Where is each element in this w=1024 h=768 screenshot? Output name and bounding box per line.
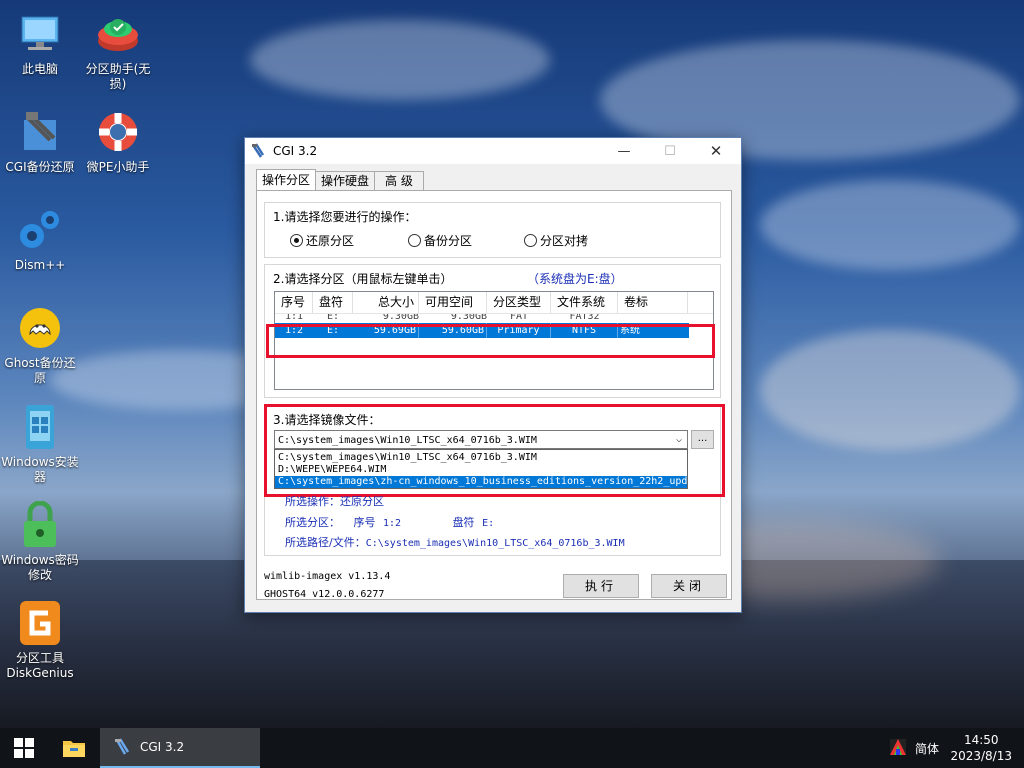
radio-dot-backup — [408, 234, 421, 247]
desktop-icon-label: Ghost备份还原 — [4, 356, 76, 385]
folder-icon — [63, 741, 85, 757]
ime-indicator[interactable]: 简体 — [915, 740, 939, 757]
window-title: CGI 3.2 — [273, 144, 318, 158]
partition-list-header: 序号 盘符 总大小 可用空间 分区类型 文件系统 卷标 — [275, 292, 713, 314]
radio-label: 分区对拷 — [540, 234, 589, 248]
highlight-box-image — [264, 404, 725, 497]
table-row[interactable]: 1:1 E: 9.30GB 9.30GB FAT FAT32 — [275, 314, 713, 323]
color-display-icon[interactable] — [890, 739, 906, 755]
summary-value: C:\system_images\Win10_LTSC_x64_0716b_3.… — [365, 538, 625, 549]
col-fs[interactable]: 文件系统 — [551, 292, 618, 313]
radio-label: 备份分区 — [424, 234, 473, 248]
desktop-icon-this-pc[interactable]: 此电脑 — [0, 10, 80, 77]
desktop-icon-windows-password[interactable]: Windows密码修改 — [0, 501, 80, 583]
close-window-button[interactable]: ✕ — [693, 138, 739, 164]
summary-label: 所选分区： — [285, 516, 340, 529]
radio-dot-copy — [524, 234, 537, 247]
cell — [618, 314, 688, 323]
desktop-icon-label: CGI备份还原 — [5, 160, 75, 174]
lifebuoy-icon — [94, 108, 142, 156]
step2-title: 2.请选择分区（用鼠标左键单击） — [273, 272, 453, 286]
cell: FAT — [509, 314, 529, 322]
start-button[interactable] — [0, 728, 48, 768]
minimize-button[interactable]: — — [601, 138, 647, 164]
col-type[interactable]: 分区类型 — [487, 292, 551, 313]
windows-logo-icon — [14, 738, 34, 758]
gear-icon — [16, 206, 64, 254]
computer-icon — [16, 10, 64, 58]
highlight-box-partition — [266, 324, 715, 358]
summary-operation: 所选操作：还原分区 — [285, 493, 384, 509]
col-drive[interactable]: 盘符 — [313, 292, 353, 313]
taskbar: CGI 3.2 简体 14:50 2023/8/13 — [0, 728, 1024, 768]
cell: 1:1 — [284, 314, 304, 322]
summary-partition: 所选分区： 序号 1:2 盘符 E: — [285, 514, 494, 530]
radio-copy[interactable]: 分区对拷 — [524, 232, 588, 249]
summary-value: 1:2 — [383, 518, 402, 529]
cgi-app-icon — [251, 143, 265, 158]
desktop-icon-label: 分区工具DiskGenius — [6, 651, 74, 680]
cell: FAT32 — [569, 314, 600, 322]
file-explorer-button[interactable] — [50, 728, 98, 768]
ghost-version: GHOST64 v12.0.0.6277 — [264, 589, 385, 600]
clock-time: 14:50 — [963, 733, 999, 747]
desktop-icon-label: Dism++ — [14, 258, 66, 272]
system-disk-note: （系统盘为E:盘） — [527, 272, 623, 286]
desktop-icon-label: Windows安装器 — [1, 455, 79, 484]
desktop-icon-diskgenius[interactable]: 分区工具DiskGenius — [0, 599, 80, 681]
close-button[interactable]: 关闭 — [651, 574, 727, 598]
summary-label: 所选路径/文件： — [285, 536, 366, 549]
taskbar-app-cgi[interactable]: CGI 3.2 — [100, 728, 260, 768]
clock-date: 2023/8/13 — [950, 749, 1012, 763]
cell: 9.30GB — [382, 314, 419, 322]
desktop-icon-partition-assistant[interactable]: 分区助手(无损) — [78, 10, 158, 92]
desktop-icon-wepe-helper[interactable]: 微PE小助手 — [78, 108, 158, 175]
desktop-icon-label: 分区助手(无损) — [85, 62, 151, 91]
cell: E: — [326, 314, 340, 322]
desktop-icon-label: Windows密码修改 — [1, 553, 79, 582]
radio-restore[interactable]: 还原分区 — [290, 232, 354, 249]
radio-dot-restore — [290, 234, 303, 247]
summary-label: 所选操作： — [285, 495, 340, 508]
col-seq[interactable]: 序号 — [275, 292, 313, 313]
execute-button[interactable]: 执行 — [563, 574, 639, 598]
partition-assistant-icon — [94, 10, 142, 58]
tab-advanced[interactable]: 高 级 — [374, 171, 424, 190]
installer-icon — [16, 403, 64, 451]
summary-label: 盘符 — [452, 516, 475, 529]
col-free[interactable]: 可用空间 — [419, 292, 487, 313]
cell: 9.30GB — [450, 314, 487, 322]
step1-title: 1.请选择您要进行的操作： — [273, 210, 417, 224]
col-total[interactable]: 总大小 — [353, 292, 419, 313]
desktop-icon-cgi[interactable]: CGI备份还原 — [0, 108, 80, 175]
lock-icon — [16, 501, 64, 549]
radio-backup[interactable]: 备份分区 — [408, 232, 472, 249]
ghost-icon — [16, 304, 64, 352]
desktop-icon-label: 此电脑 — [21, 62, 58, 76]
taskbar-app-label: CGI 3.2 — [140, 740, 185, 754]
desktop-icon-ghost[interactable]: Ghost备份还原 — [0, 304, 80, 386]
diskgenius-icon — [16, 599, 64, 647]
summary-label: 序号 — [353, 516, 376, 529]
col-label[interactable]: 卷标 — [618, 292, 688, 313]
cgi-icon — [16, 108, 64, 156]
tab-disk[interactable]: 操作硬盘 — [315, 171, 376, 190]
summary-path: 所选路径/文件：C:\system_images\Win10_LTSC_x64_… — [285, 534, 625, 550]
desktop-icon-windows-installer[interactable]: Windows安装器 — [0, 403, 80, 485]
desktop-icon-label: 微PE小助手 — [86, 160, 150, 174]
summary-value: 还原分区 — [340, 495, 384, 508]
tab-partition[interactable]: 操作分区 — [256, 169, 317, 190]
tab-strip: 操作分区 操作硬盘 高 级 — [256, 169, 424, 191]
wimlib-version: wimlib-imagex v1.13.4 — [264, 571, 391, 582]
desktop-icon-dism[interactable]: Dism++ — [0, 206, 80, 273]
cgi-app-icon — [115, 738, 130, 755]
maximize-button[interactable]: ☐ — [647, 138, 693, 164]
system-clock[interactable]: 14:50 2023/8/13 — [950, 732, 1012, 764]
title-bar[interactable]: CGI 3.2 — ☐ ✕ — [245, 138, 741, 164]
summary-value: E: — [482, 518, 495, 529]
radio-label: 还原分区 — [306, 234, 355, 248]
